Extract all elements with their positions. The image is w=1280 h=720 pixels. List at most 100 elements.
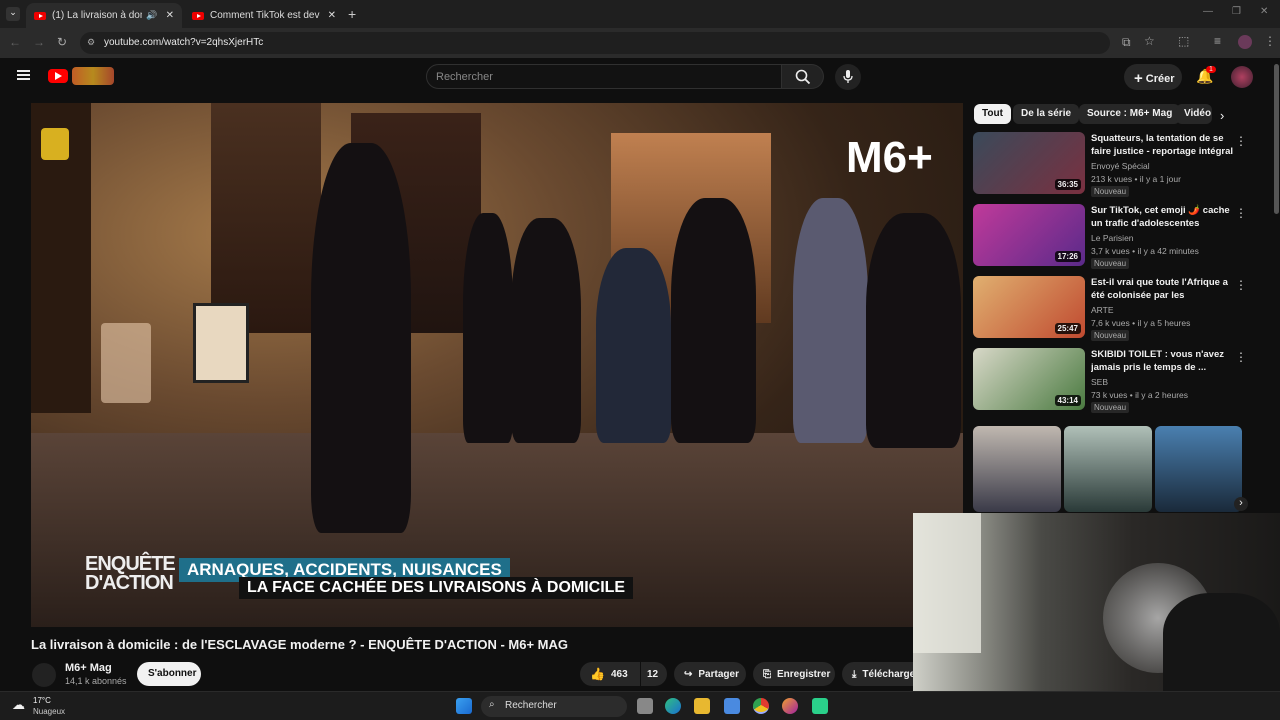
youtube-logo-icon[interactable] <box>48 69 68 83</box>
search-input[interactable]: Rechercher <box>426 64 782 89</box>
related-video-title: SKIBIDI TOILET : vous n'avez jamais pris… <box>1091 349 1224 373</box>
minimize-icon[interactable]: — <box>1203 6 1213 17</box>
firefox-icon[interactable] <box>782 698 798 714</box>
site-info-icon[interactable]: ⚙ <box>87 37 95 48</box>
youtube-favicon-icon <box>192 11 204 20</box>
reload-icon[interactable]: ↻ <box>57 35 67 49</box>
related-video-card[interactable]: 36:35 Squatteurs, la tentation de se fai… <box>973 132 1263 198</box>
file-explorer-icon[interactable] <box>694 698 710 714</box>
bookmark-star-icon[interactable]: ☆ <box>1144 34 1155 48</box>
related-video-meta: 213 k vues • il y a 1 jour <box>1091 174 1181 184</box>
plus-icon: + <box>1134 70 1143 87</box>
search-icon <box>795 69 811 85</box>
duration-badge: 17:26 <box>1054 251 1081 262</box>
chip-source[interactable]: Source : M6+ Mag <box>1079 104 1181 124</box>
chevron-right-icon[interactable]: › <box>1220 108 1224 123</box>
save-button[interactable]: ⎘ Enregistrer <box>753 662 835 686</box>
channel-avatar[interactable] <box>32 663 56 687</box>
short-thumbnail[interactable] <box>973 426 1061 512</box>
edge-icon[interactable] <box>665 698 681 714</box>
download-label: Télécharger <box>862 668 914 680</box>
profile-avatar[interactable] <box>1238 35 1252 49</box>
video-player[interactable]: M6+ ENQUÊTE D'ACTION ARNAQUES, ACCIDENTS… <box>31 103 963 627</box>
more-options-icon[interactable]: ⋮ <box>1235 206 1247 220</box>
media-control-icon[interactable]: ≡ <box>1214 34 1221 48</box>
install-app-icon[interactable]: ⧉ <box>1122 35 1131 50</box>
short-thumbnail[interactable] <box>1064 426 1152 512</box>
notifications-button[interactable]: 🔔 1 <box>1196 66 1216 86</box>
app-icon[interactable] <box>812 698 828 714</box>
thumbs-up-sign <box>41 128 69 160</box>
windows-start-icon[interactable] <box>456 698 472 714</box>
close-window-icon[interactable]: ✕ <box>1260 6 1268 17</box>
taskbar-search[interactable]: ⌕ Rechercher <box>481 696 627 717</box>
channel-name[interactable]: M6+ Mag <box>65 662 112 674</box>
tab-list-button[interactable]: ⌄ <box>6 7 20 21</box>
chicken-sign <box>193 303 249 383</box>
download-button[interactable]: ⤓ Télécharger <box>842 662 914 686</box>
address-toolbar: ← → ↻ ⚙ youtube.com/watch?v=2qhsXjerHTc … <box>0 28 1280 58</box>
back-icon[interactable]: ← <box>9 35 21 49</box>
account-avatar[interactable] <box>1231 66 1253 88</box>
close-tab-icon[interactable]: ✕ <box>328 10 336 21</box>
like-button[interactable]: 👍 463 <box>580 662 640 686</box>
browser-tab-active[interactable]: (1) La livraison à domicile : 🔊 ✕ <box>26 3 182 28</box>
forward-icon[interactable]: → <box>33 35 45 49</box>
related-video-channel: Envoyé Spécial <box>1091 161 1150 171</box>
poster-wall <box>211 103 321 333</box>
related-video-card[interactable]: 43:14 SKIBIDI TOILET : vous n'avez jamai… <box>973 348 1263 414</box>
chip-videos[interactable]: Vidéo <box>1176 104 1212 124</box>
chevron-right-icon[interactable]: › <box>1234 497 1248 511</box>
new-badge: Nouveau <box>1091 402 1130 413</box>
hamburger-menu-icon[interactable] <box>17 70 30 80</box>
related-video-title: Sur TikTok, cet emoji 🌶️ cache un trafic… <box>1091 205 1230 229</box>
browser-menu-icon[interactable]: ⋮ <box>1264 34 1276 48</box>
subscribe-button[interactable]: S'abonner <box>137 662 201 686</box>
tab-title: (1) La livraison à domicile : <box>52 10 142 21</box>
chrome-icon[interactable] <box>753 698 769 714</box>
youtube-header: Rechercher + Créer 🔔 1 <box>0 58 1280 98</box>
task-view-icon[interactable] <box>637 698 653 714</box>
video-thumbnail[interactable]: 17:26 <box>973 204 1085 266</box>
related-video-card[interactable]: 17:26 Sur TikTok, cet emoji 🌶️ cache un … <box>973 204 1263 270</box>
store-icon[interactable] <box>724 698 740 714</box>
url-text: youtube.com/watch?v=2qhsXjerHTc <box>104 37 264 48</box>
video-thumbnail[interactable]: 43:14 <box>973 348 1085 410</box>
more-options-icon[interactable]: ⋮ <box>1235 278 1247 292</box>
chip-series[interactable]: De la série <box>1013 104 1080 124</box>
search-icon: ⌕ <box>489 699 495 710</box>
chip-all[interactable]: Tout <box>974 104 1011 124</box>
related-video-meta: 7,6 k vues • il y a 5 heures <box>1091 318 1191 328</box>
dislike-button[interactable]: 12 <box>641 662 667 686</box>
bookmark-icon: ⎘ <box>763 668 771 680</box>
speaker-icon[interactable]: 🔊 <box>146 10 157 21</box>
person-silhouette <box>866 213 961 448</box>
taskbar: ☁ 17°C Nuageux ⌕ Rechercher <box>0 691 1280 720</box>
video-thumbnail[interactable]: 36:35 <box>973 132 1085 194</box>
related-video-channel: ARTE <box>1091 305 1114 315</box>
browser-tab[interactable]: Comment TikTok est devenu un ✕ <box>184 3 344 28</box>
new-tab-button[interactable]: + <box>348 6 356 22</box>
related-video-card[interactable]: 25:47 Est-il vrai que toute l'Afrique a … <box>973 276 1263 342</box>
related-video-title: Squatteurs, la tentation de se faire jus… <box>1091 133 1233 157</box>
create-label: Créer <box>1145 73 1175 85</box>
duration-badge: 25:47 <box>1054 323 1081 334</box>
video-title: La livraison à domicile : de l'ESCLAVAGE… <box>31 637 568 652</box>
short-thumbnail[interactable] <box>1155 426 1242 512</box>
search-button[interactable] <box>782 64 824 89</box>
extensions-icon[interactable]: ⬚ <box>1178 34 1189 48</box>
more-options-icon[interactable]: ⋮ <box>1235 350 1247 364</box>
page-scrollbar[interactable] <box>1274 64 1279 214</box>
thumbs-up-icon: 👍 <box>590 667 605 681</box>
window-light <box>913 513 981 653</box>
maximize-icon[interactable]: ❐ <box>1232 6 1241 17</box>
person-silhouette <box>463 213 513 443</box>
more-options-icon[interactable]: ⋮ <box>1235 134 1247 148</box>
url-field[interactable]: ⚙ youtube.com/watch?v=2qhsXjerHTc <box>80 32 1110 54</box>
create-button[interactable]: + Créer <box>1124 64 1182 90</box>
video-thumbnail[interactable]: 25:47 <box>973 276 1085 338</box>
share-button[interactable]: ↪ Partager <box>674 662 746 686</box>
close-tab-icon[interactable]: ✕ <box>166 10 174 21</box>
doodle-icon[interactable] <box>72 67 114 85</box>
voice-search-button[interactable] <box>835 64 861 90</box>
